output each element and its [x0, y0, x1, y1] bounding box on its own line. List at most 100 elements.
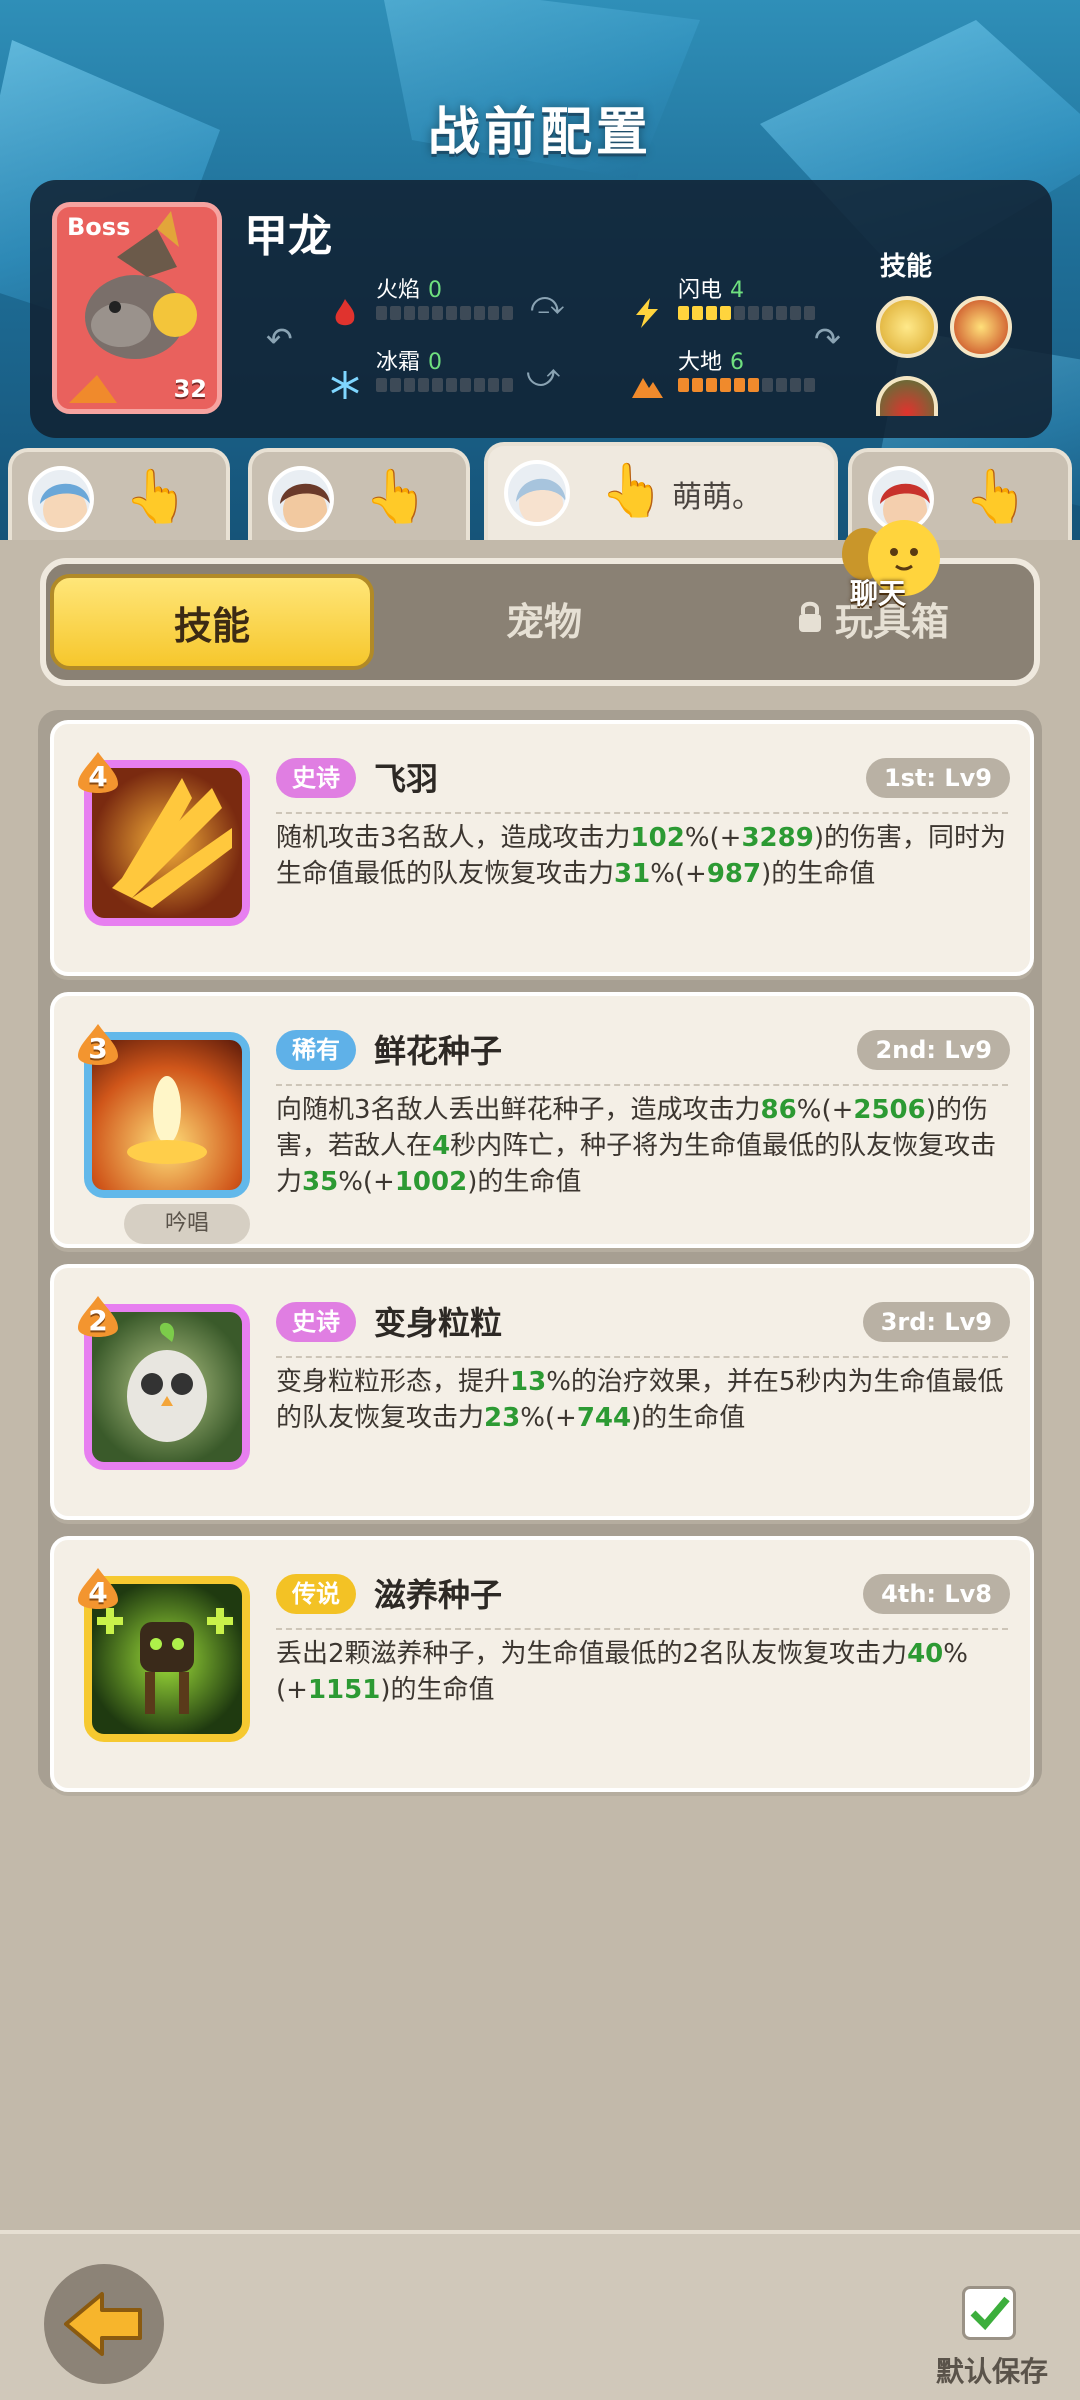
stat-bar-segment: [460, 306, 471, 320]
stat-earth-value: 6: [730, 350, 745, 375]
skill-card-4[interactable]: 4 传说 滋养种子 4th: Lv8 丢出2颗滋养种子，为生命值最低的2名队友恢…: [50, 1536, 1034, 1792]
stat-lightning-label: 闪电: [678, 278, 723, 303]
boss-info-panel: Boss 32 甲龙 火焰 0 闪电 4 冰霜 0 大地 6 ⤼ ⤻ ↶ ↷ 技…: [30, 180, 1052, 438]
config-content: 技能 宠物 玩具箱 4 史诗 飞羽 1st: Lv9 随机攻击3名敌人，造成攻击…: [0, 540, 1080, 2230]
tab-skills[interactable]: 技能: [50, 574, 374, 670]
stat-lightning: 闪电 4: [630, 272, 880, 332]
skill-level: 4: [88, 760, 108, 793]
bottom-bar: 默认保存: [0, 2230, 1080, 2400]
skill-slot-level: 4th: Lv8: [863, 1574, 1010, 1614]
rarity-badge: 稀有: [276, 1030, 356, 1070]
stat-bar-segment: [748, 378, 759, 392]
stat-bar-segment: [390, 306, 401, 320]
tab-pets[interactable]: 宠物: [382, 574, 706, 670]
swap-arrow-icon: ↷: [814, 320, 841, 358]
skill-level: 3: [88, 1032, 108, 1065]
stat-bar-segment: [376, 378, 387, 392]
stat-earth-label: 大地: [678, 350, 723, 375]
boss-skill-icon[interactable]: [876, 376, 938, 416]
skill-name: 飞羽: [374, 760, 439, 798]
skill-level: 4: [88, 1576, 108, 1609]
skill-description: 变身粒粒形态，提升13%的治疗效果，并在5秒内为生命值最低的队友恢复攻击力23%…: [276, 1367, 1004, 1433]
swap-arrow-icon: ⤼: [530, 284, 565, 322]
hero-tab-2[interactable]: 👆: [248, 448, 470, 544]
stat-bar-segment: [790, 306, 801, 320]
hero-name: 萌萌。: [672, 480, 762, 515]
stat-bar-segment: [804, 306, 815, 320]
snowflake-icon: [331, 371, 359, 399]
stat-bar-segment: [734, 378, 745, 392]
stat-bar-segment: [748, 306, 759, 320]
stat-fire-bar: [376, 306, 513, 320]
stat-bar-segment: [776, 306, 787, 320]
skill-slot-level: 3rd: Lv9: [862, 1302, 1010, 1342]
stat-bar-segment: [488, 306, 499, 320]
stat-bar-segment: [446, 306, 457, 320]
skill-description: 向随机3名敌人丢出鲜花种子，造成攻击力86%(+2506)的伤害，若敌人在4秒内…: [276, 1095, 997, 1197]
back-button[interactable]: [44, 2264, 164, 2384]
stat-bar-segment: [734, 306, 745, 320]
stat-bar-segment: [692, 306, 703, 320]
swap-arrow-icon: ↶: [266, 320, 293, 358]
divider: [276, 1084, 1008, 1086]
hero-tab-3-active[interactable]: 👆 萌萌。: [484, 442, 838, 544]
stat-bar-segment: [776, 378, 787, 392]
skill-card-2[interactable]: 3 吟唱 稀有 鲜花种子 2nd: Lv9 向随机3名敌人丢出鲜花种子，造成攻击…: [50, 992, 1034, 1248]
stat-bar-segment: [762, 378, 773, 392]
rarity-badge: 史诗: [276, 758, 356, 798]
skill-name: 滋养种子: [374, 1576, 503, 1614]
default-save-checkbox[interactable]: [962, 2286, 1016, 2340]
boss-skill-icon[interactable]: [876, 296, 938, 358]
stat-bar-segment: [404, 306, 415, 320]
lock-icon: [799, 601, 821, 632]
chat-label: 聊天: [850, 577, 907, 610]
stat-bar-segment: [678, 306, 689, 320]
fire-icon: [335, 299, 355, 326]
stat-bar-segment: [460, 378, 471, 392]
rarity-badge: 史诗: [276, 1302, 356, 1342]
boss-name: 甲龙: [244, 211, 332, 262]
stat-bar-segment: [706, 378, 717, 392]
stat-bar-segment: [418, 306, 429, 320]
pointing-hand-icon: 👆: [964, 467, 1029, 527]
rarity-badge: 传说: [276, 1574, 356, 1614]
hero-avatar: [504, 460, 570, 526]
divider: [276, 1628, 1008, 1630]
stat-earth: 大地 6: [630, 344, 880, 404]
lightning-icon: [636, 298, 658, 328]
stat-bar-segment: [474, 378, 485, 392]
stat-bar-segment: [804, 378, 815, 392]
earth-icon: [632, 378, 663, 398]
stat-bar-segment: [762, 306, 773, 320]
skill-description: 随机攻击3名敌人，造成攻击力102%(+3289)的伤害，同时为生命值最低的队友…: [276, 823, 1006, 889]
chant-tag: 吟唱: [124, 1204, 250, 1244]
default-save-label: 默认保存: [936, 2355, 1049, 2388]
skill-name: 鲜花种子: [374, 1032, 503, 1070]
stat-frost-label: 冰霜: [376, 350, 421, 375]
checkmark-icon: [970, 2296, 1010, 2331]
stat-bar-segment: [502, 306, 513, 320]
boss-level: 32: [173, 375, 207, 403]
skill-card-1[interactable]: 4 史诗 飞羽 1st: Lv9 随机攻击3名敌人，造成攻击力102%(+328…: [50, 720, 1034, 976]
stat-frost-bar: [376, 378, 513, 392]
boss-portrait[interactable]: Boss 32: [52, 202, 222, 414]
hero-avatar: [28, 466, 94, 532]
pointing-hand-icon: 👆: [364, 467, 429, 527]
stat-bar-segment: [720, 378, 731, 392]
page-title: 战前配置: [427, 103, 652, 163]
stat-bar-segment: [474, 306, 485, 320]
stat-bar-segment: [432, 378, 443, 392]
hero-tab-1[interactable]: 👆: [8, 448, 230, 544]
stat-bar-segment: [446, 378, 457, 392]
stat-bar-segment: [790, 378, 801, 392]
skill-slot-level: 1st: Lv9: [865, 758, 1010, 798]
back-arrow-icon: [64, 2292, 142, 2356]
stat-bar-segment: [390, 378, 401, 392]
boss-skills-label: 技能: [879, 252, 932, 282]
stat-fire-value: 0: [428, 278, 443, 303]
skill-name: 变身粒粒: [374, 1304, 503, 1342]
stat-lightning-bar: [678, 306, 815, 320]
stat-bar-segment: [376, 306, 387, 320]
skill-card-3[interactable]: 2 史诗 变身粒粒 3rd: Lv9 变身粒粒形态，提升13%的治疗效果，并在5…: [50, 1264, 1034, 1520]
boss-skill-icon[interactable]: [950, 296, 1012, 358]
